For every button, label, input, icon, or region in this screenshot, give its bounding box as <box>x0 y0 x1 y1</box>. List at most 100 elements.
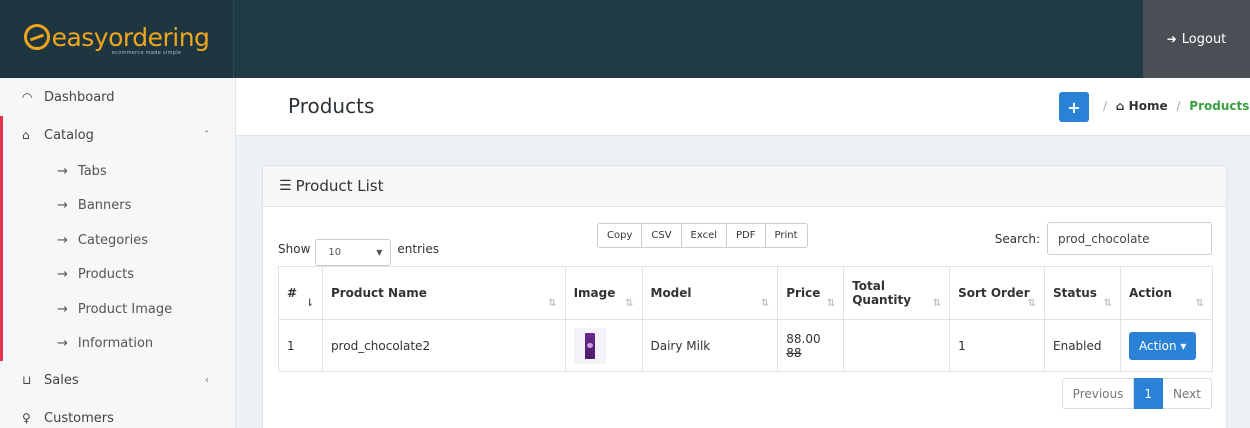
product-list-panel: ☰ Product List Show 10 ▼ entries Copy CS… <box>262 165 1227 428</box>
sidebar-item-label: Categories <box>77 232 148 248</box>
products-table: # ⇂ Product Name ⇅ Image ⇅ Model ⇅ Price ⇅ To… <box>278 266 1214 372</box>
column-header-price[interactable]: Price ⇅ <box>777 266 845 320</box>
export-buttons: Copy CSV Excel PDF Print <box>597 223 808 248</box>
sidebar-item-label: Product Image <box>77 301 173 317</box>
sort-icon: ⇅ <box>760 298 770 309</box>
breadcrumb: / ⌂ Home / Products <box>1103 99 1250 113</box>
top-bar: easyordering ecommerce made simple ➜ Log… <box>0 0 1250 78</box>
sidebar-item-label: Information <box>77 336 154 352</box>
cell-status: Enabled <box>1044 319 1121 372</box>
column-header-total-quantity[interactable]: Total Quantity ⇅ <box>843 266 951 320</box>
price-value: 88.00 <box>786 331 821 346</box>
sidebar-item-tabs[interactable]: → Tabs <box>3 154 235 189</box>
sort-icon: ⇅ <box>1103 298 1112 309</box>
column-header-status[interactable]: Status ⇅ <box>1044 266 1121 320</box>
breadcrumb-home[interactable]: ⌂ Home <box>1116 99 1168 113</box>
cell-product-name: prod_chocolate2 <box>321 319 566 372</box>
sidebar-item-label: Dashboard <box>44 89 115 105</box>
cell-price: 88.00 88 <box>777 319 845 372</box>
sidebar-item-label: Customers <box>44 410 114 426</box>
logout-label: Logout <box>1181 31 1227 47</box>
price-original: 88 <box>786 345 802 360</box>
cell-total-quantity <box>843 319 951 372</box>
panel-header: ☰ Product List <box>263 166 1226 207</box>
cell-number: 1 <box>278 319 323 372</box>
page-header: Products + / ⌂ Home / Products <box>236 78 1250 136</box>
sidebar-item-customers[interactable]: ♀ Customers <box>0 399 235 428</box>
arrow-right-icon: → <box>57 267 68 283</box>
csv-button[interactable]: CSV <box>642 223 682 248</box>
brand-tagline: ecommerce made simple <box>111 49 182 56</box>
table-header-row: # ⇂ Product Name ⇅ Image ⇅ Model ⇅ Price ⇅ To… <box>278 266 1214 320</box>
sidebar-item-categories[interactable]: → Categories <box>3 223 235 258</box>
sign-out-icon: ➜ <box>1166 32 1177 46</box>
sidebar-item-dashboard[interactable]: ◠ Dashboard <box>0 78 235 116</box>
chocolate-image-icon <box>584 332 595 359</box>
arrow-right-icon: → <box>57 301 68 317</box>
action-dropdown-button[interactable]: Action ▾ <box>1128 331 1197 360</box>
sidebar-item-product-image[interactable]: → Product Image <box>3 292 235 327</box>
entries-select[interactable]: 10 ▼ <box>315 239 392 266</box>
logo-mark-icon <box>23 24 50 50</box>
arrow-right-icon: → <box>57 163 68 179</box>
excel-button[interactable]: Excel <box>681 223 728 248</box>
search-input[interactable]: prod_chocolate <box>1047 222 1212 255</box>
chevron-down-icon: ˅ <box>204 129 209 141</box>
entries-control: Show 10 ▼ entries <box>278 231 439 266</box>
show-label: Show <box>278 241 311 256</box>
list-icon: ☰ <box>279 178 292 194</box>
sort-icon: ⇅ <box>625 298 634 309</box>
add-product-button[interactable]: + <box>1059 92 1089 122</box>
column-header-model[interactable]: Model ⇅ <box>641 266 779 320</box>
sidebar-item-label: Catalog <box>44 127 94 143</box>
sort-icon: ⇅ <box>1027 298 1036 309</box>
copy-button[interactable]: Copy <box>597 223 643 248</box>
sort-icon: ⇅ <box>826 298 836 309</box>
logo-area[interactable]: easyordering ecommerce made simple <box>0 0 234 78</box>
arrow-right-icon: → <box>57 198 68 214</box>
entries-label: entries <box>397 241 439 256</box>
sort-icon: ⇅ <box>548 298 557 309</box>
previous-page-button[interactable]: Previous <box>1061 378 1135 409</box>
print-button[interactable]: Print <box>765 223 808 248</box>
pdf-button[interactable]: PDF <box>727 223 766 248</box>
column-header-sort-order[interactable]: Sort Order ⇅ <box>949 266 1045 320</box>
sidebar-item-sales[interactable]: ⊔ Sales ‹ <box>0 361 235 399</box>
arrow-right-icon: → <box>57 232 68 248</box>
product-thumbnail[interactable] <box>573 327 606 364</box>
column-header-image[interactable]: Image ⇅ <box>564 266 643 320</box>
sidebar-item-banners[interactable]: → Banners <box>3 189 235 224</box>
catalog-submenu: → Tabs → Banners → Categories → Products → Pr… <box>0 154 235 361</box>
cart-icon: ⊔ <box>22 373 32 387</box>
next-page-button[interactable]: Next <box>1163 378 1212 409</box>
cell-action: Action ▾ <box>1119 319 1214 372</box>
sidebar-item-products[interactable]: → Products <box>3 258 235 293</box>
cell-model: Dairy Milk <box>641 319 779 372</box>
chevron-left-icon: ‹ <box>205 374 209 386</box>
brand-logo[interactable]: easyordering ecommerce made simple <box>23 22 210 56</box>
sort-icon: ⇅ <box>1195 298 1204 309</box>
cell-image <box>564 319 643 372</box>
sidebar-item-label: Tabs <box>77 163 107 179</box>
page-1-button[interactable]: 1 <box>1134 378 1164 409</box>
column-header-product-name[interactable]: Product Name ⇅ <box>321 266 566 320</box>
cell-sort-order: 1 <box>949 319 1045 372</box>
column-header-action[interactable]: Action ⇅ <box>1119 266 1214 320</box>
sidebar-item-label: Products <box>77 267 135 283</box>
arrow-right-icon: → <box>57 336 68 352</box>
caret-down-icon: ▼ <box>376 248 383 257</box>
panel-title: Product List <box>295 177 384 195</box>
brand-name: easyordering <box>51 22 210 52</box>
sidebar-item-catalog[interactable]: ⌂ Catalog ˅ <box>0 116 235 154</box>
logout-button[interactable]: ➜ Logout <box>1143 0 1250 78</box>
sort-asc-icon: ⇂ <box>305 298 314 309</box>
column-header-number[interactable]: # ⇂ <box>278 266 323 320</box>
sidebar-item-label: Sales <box>44 372 79 388</box>
sidebar-item-label: Banners <box>77 198 132 214</box>
page-title: Products <box>288 94 375 118</box>
sort-icon: ⇅ <box>932 298 942 309</box>
sidebar-item-information[interactable]: → Information <box>3 327 235 362</box>
tag-icon: ⌂ <box>22 128 30 142</box>
breadcrumb-current: Products <box>1189 99 1250 113</box>
search-control: Search: prod_chocolate <box>995 222 1212 255</box>
